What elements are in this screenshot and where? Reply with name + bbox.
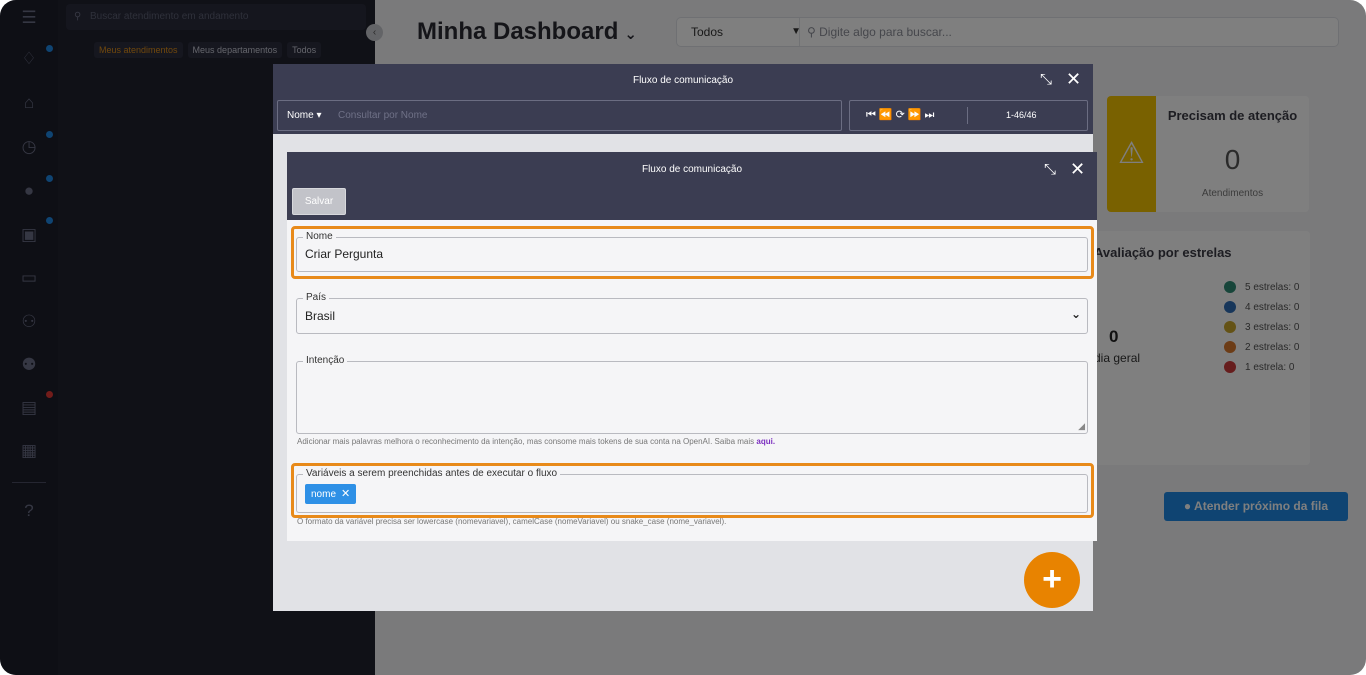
flow-edit-modal-title: Fluxo de comunicação [641,164,743,175]
first-page-icon[interactable]: ⏮ [866,109,879,121]
country-select[interactable]: País Brasil ⌄ [296,292,1088,334]
prev-page-icon[interactable]: ⏪ [879,109,896,121]
save-button[interactable]: Salvar [292,188,346,215]
minimize-icon[interactable]: ⤡ [1040,71,1052,88]
app-frame: ☰ ♢ ⌂ ◷ ● ▣ ▭ ⚇ ⚉ ▤ ▦ ? ⚲ Buscar atendim… [0,0,1366,675]
flow-edit-modal-header: Fluxo de comunicação ⤡ ✕ Salvar [287,152,1097,220]
variables-field-highlight [291,463,1094,518]
learn-more-link[interactable]: aqui. [756,437,775,446]
minimize-icon[interactable]: ⤡ [1044,161,1056,178]
search-by-value: Nome [287,110,314,121]
name-field-highlight [291,226,1094,279]
pagination-divider [967,107,968,124]
country-field-value: Brasil [305,309,336,323]
flow-edit-modal: Fluxo de comunicação ⤡ ✕ Salvar Nome Cri… [287,152,1097,541]
next-page-icon[interactable]: ⏩ [908,109,925,121]
close-icon[interactable]: ✕ [1070,159,1085,180]
variables-help-text: O formato da variável precisa ser lowerc… [297,517,727,526]
intent-help-message: Adicionar mais palavras melhora o reconh… [297,437,755,446]
intent-help-text: Adicionar mais palavras melhora o reconh… [297,437,775,446]
pagination-controls: ⏮⏪⟳⏩⏭ 1-46/46 [849,100,1088,131]
intent-field-label: Intenção [303,355,348,367]
flow-search-placeholder: Consultar por Nome [338,110,428,121]
resize-handle-icon[interactable]: ◢ [1078,421,1085,432]
flow-list-modal-header: Fluxo de comunicação ⤡ ✕ Nome ▾ Consulta… [273,64,1093,134]
close-icon[interactable]: ✕ [1066,69,1081,90]
flow-list-modal-title: Fluxo de comunicação [632,75,734,86]
pagination-buttons[interactable]: ⏮⏪⟳⏩⏭ [866,101,937,130]
chevron-down-icon: ⌄ [1070,307,1081,321]
add-flow-button[interactable]: + [1024,552,1080,608]
last-page-icon[interactable]: ⏭ [925,109,938,121]
intent-textarea[interactable]: Intenção ◢ [296,355,1088,434]
flow-search-input[interactable]: Nome ▾ Consultar por Nome [277,100,842,131]
search-by-select[interactable]: Nome ▾ [287,101,322,130]
country-field-label: País [303,292,330,304]
refresh-icon[interactable]: ⟳ [896,109,908,121]
pagination-count: 1-46/46 [1006,110,1037,120]
